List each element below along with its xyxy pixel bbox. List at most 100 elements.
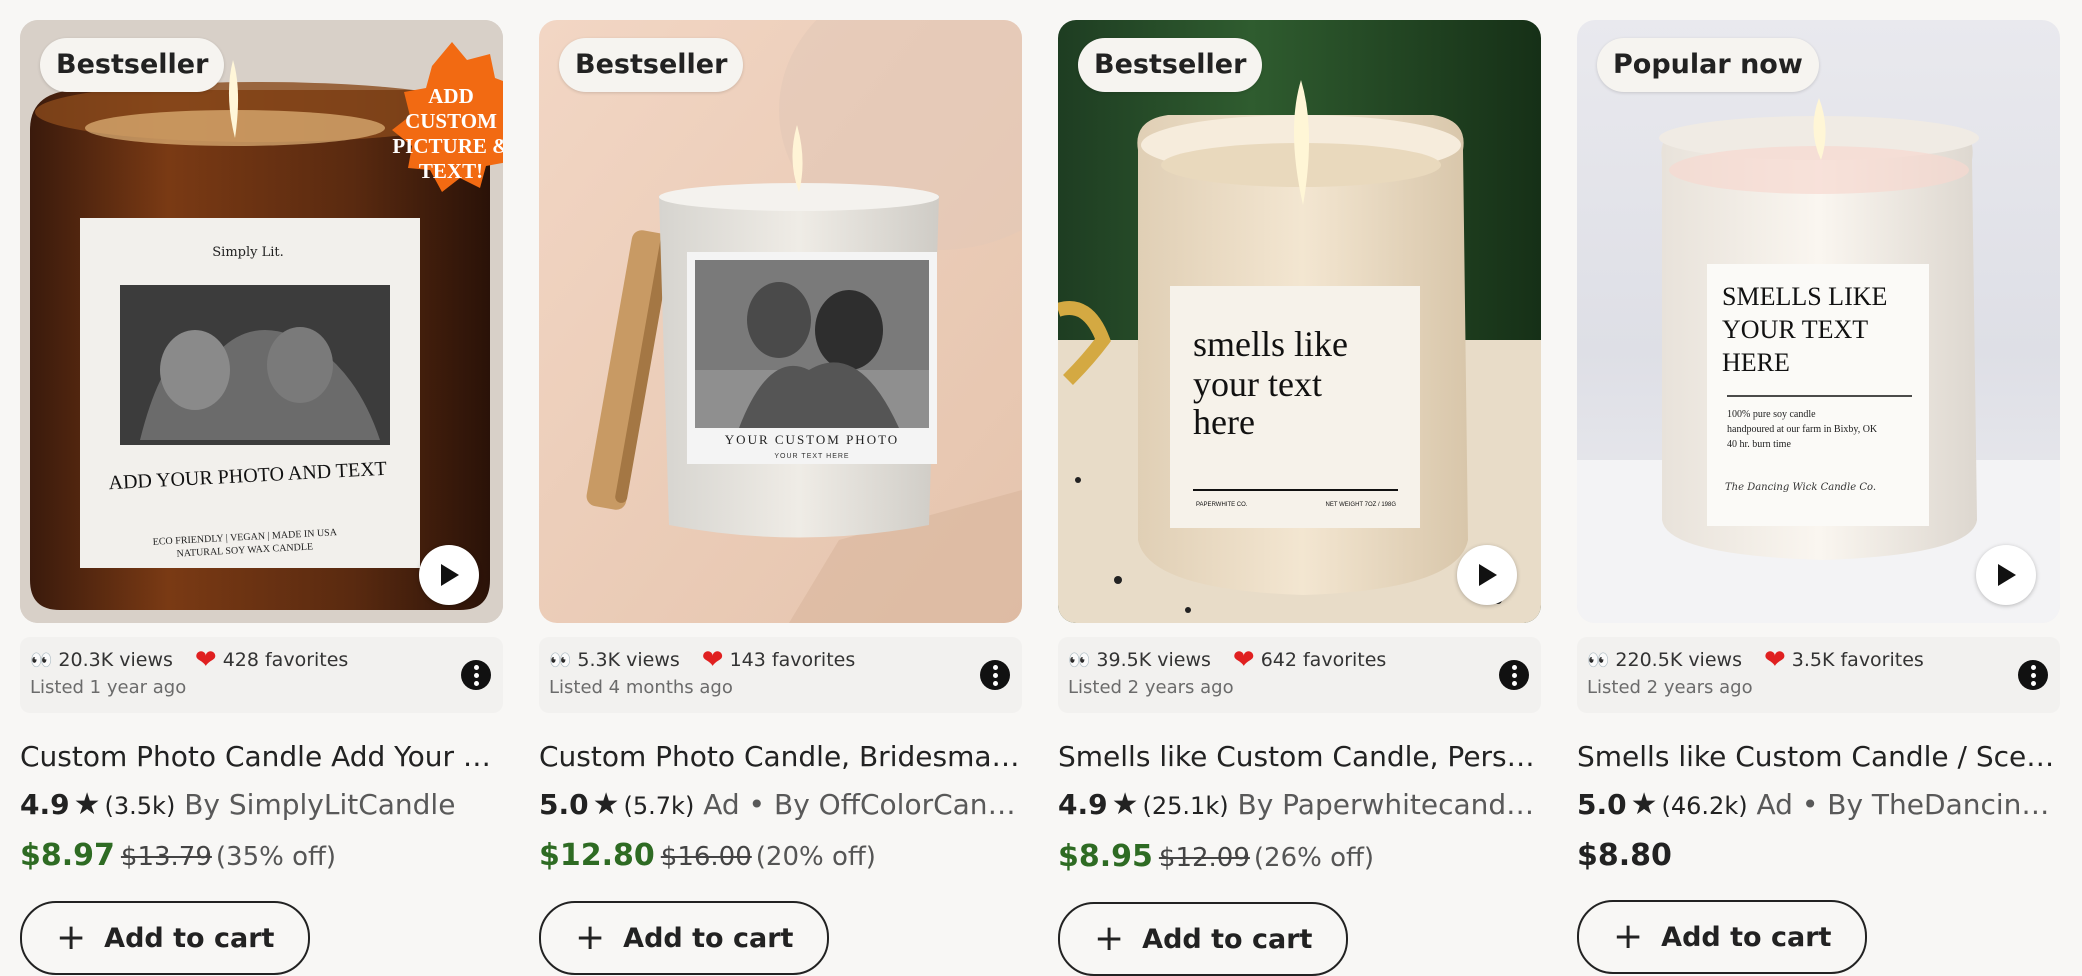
listed-date: Listed 2 years ago: [1587, 677, 1753, 698]
rating-row: 5.0★(46.2k) Ad • By TheDancingWickCandle…: [1577, 787, 2060, 824]
popular-now-badge: Popular now: [1597, 38, 1819, 92]
original-price: $13.79: [120, 842, 212, 872]
more-options-button[interactable]: [2018, 660, 2048, 690]
candle-brand-text: Simply Lit.: [212, 245, 284, 260]
add-to-cart-button[interactable]: + Add to cart: [20, 901, 311, 975]
eyes-icon: 👀: [30, 649, 53, 671]
candle-label-line-2: your text: [1193, 364, 1322, 404]
candle-label-small-2: handpoured at our farm in Bixby, OK: [1727, 424, 1878, 435]
more-options-button[interactable]: [1499, 660, 1529, 690]
listing-stats: 👀 39.5K views ❤ 642 favorites Listed 2 y…: [1058, 637, 1541, 713]
product-card[interactable]: YOUR CUSTOM PHOTO YOUR TEXT HERE Bestsel…: [539, 20, 1022, 976]
plus-icon: +: [1613, 916, 1644, 957]
play-icon: [1479, 564, 1497, 586]
product-card[interactable]: Simply Lit. ADD YOUR PHOTO AND TEXT ECO …: [20, 20, 503, 976]
listing-stats: 👀 5.3K views ❤ 143 favorites Listed 4 mo…: [539, 637, 1022, 713]
listing-stats: 👀 220.5K views ❤ 3.5K favorites Listed 2…: [1577, 637, 2060, 713]
price-row: $8.80: [1577, 836, 2060, 876]
plus-icon: +: [1094, 918, 1125, 959]
rating-row: 4.9 ★ (3.5k) By SimplyLitCandle: [20, 787, 503, 824]
candle-label-weight: NET WEIGHT 7OZ / 198G: [1326, 502, 1397, 508]
candle-label-line-1: SMELLS LIKE: [1722, 282, 1887, 311]
add-to-cart-button[interactable]: + Add to cart: [539, 901, 830, 975]
sale-price: $12.80: [539, 838, 655, 873]
discount-percent: (26% off): [1253, 843, 1375, 873]
rating-score: 4.9: [1058, 788, 1108, 821]
rating-score: 4.9: [20, 788, 70, 821]
promo-burst-line-1: ADD: [428, 84, 474, 108]
product-image[interactable]: Simply Lit. ADD YOUR PHOTO AND TEXT ECO …: [20, 20, 503, 623]
bestseller-badge: Bestseller: [40, 38, 225, 92]
ad-label: Ad •: [1756, 788, 1819, 821]
product-title[interactable]: Smells like Custom Candle / Scented Soy …: [1577, 739, 2060, 775]
listed-date: Listed 2 years ago: [1068, 677, 1234, 698]
amber-candle-photo: Simply Lit. ADD YOUR PHOTO AND TEXT ECO …: [20, 20, 503, 623]
candle-label-signature: The Dancing Wick Candle Co.: [1725, 482, 1876, 493]
review-count: (3.5k): [104, 792, 176, 820]
more-options-button[interactable]: [461, 660, 491, 690]
shop-name[interactable]: By Paperwhitecandles: [1237, 788, 1541, 821]
discount-percent: (35% off): [215, 842, 337, 872]
heart-icon: ❤: [194, 645, 217, 675]
candle-label-line-3: HERE: [1722, 348, 1790, 377]
discount-percent: (20% off): [755, 842, 876, 872]
product-card[interactable]: SMELLS LIKE YOUR TEXT HERE 100% pure soy…: [1577, 20, 2060, 976]
shop-name[interactable]: By TheDancingWickCandleCo: [1827, 788, 2060, 821]
heart-icon: ❤: [701, 645, 724, 675]
play-video-button[interactable]: [1457, 545, 1517, 605]
candle-label-brand: PAPERWHITE CO.: [1196, 502, 1248, 508]
rating-score: 5.0: [539, 788, 589, 821]
price-row: $12.80 $16.00 (20% off): [539, 836, 1022, 877]
product-title[interactable]: Custom Photo Candle, Bridesmaid Proposal…: [539, 739, 1022, 775]
more-options-button[interactable]: [980, 660, 1010, 690]
heart-icon: ❤: [1232, 645, 1255, 675]
candle-label-line-1: smells like: [1193, 324, 1348, 364]
star-icon: ★: [1111, 787, 1139, 822]
shop-name[interactable]: By OffColorCandlesCo: [774, 788, 1022, 821]
add-to-cart-label: Add to cart: [623, 922, 794, 954]
favorites-count: 3.5K favorites: [1791, 649, 1924, 671]
views-count: 20.3K views: [58, 649, 173, 671]
price: $8.80: [1577, 838, 1672, 873]
review-count: (5.7k): [623, 792, 695, 820]
add-to-cart-label: Add to cart: [104, 922, 275, 954]
promo-burst-line-3: PICTURE &: [392, 134, 503, 158]
add-to-cart-button[interactable]: + Add to cart: [1577, 900, 1868, 974]
listing-stats: 👀 20.3K views ❤ 428 favorites Listed 1 y…: [20, 637, 503, 713]
product-image[interactable]: SMELLS LIKE YOUR TEXT HERE 100% pure soy…: [1577, 20, 2060, 623]
star-icon: ★: [592, 787, 620, 822]
product-image[interactable]: smells like your text here PAPERWHITE CO…: [1058, 20, 1541, 623]
product-title[interactable]: Smells like Custom Candle, Personalized …: [1058, 739, 1541, 775]
play-icon: [441, 564, 459, 586]
rating-row: 5.0★(5.7k) Ad • By OffColorCandlesCo: [539, 787, 1022, 824]
add-to-cart-button[interactable]: + Add to cart: [1058, 902, 1349, 976]
review-count: (25.1k): [1142, 792, 1229, 820]
candle-label-text: YOUR CUSTOM PHOTO: [725, 432, 899, 447]
add-to-cart-label: Add to cart: [1661, 921, 1832, 953]
star-icon: ★: [1630, 787, 1658, 822]
views-count: 5.3K views: [577, 649, 680, 671]
white-jar-candle: SMELLS LIKE YOUR TEXT HERE 100% pure soy…: [1577, 20, 2060, 623]
original-price: $12.09: [1158, 843, 1250, 873]
price-row: $8.95 $12.09 (26% off): [1058, 837, 1541, 878]
listed-date: Listed 4 months ago: [549, 677, 733, 698]
candle-label-subtext: YOUR TEXT HERE: [774, 453, 849, 460]
candle-label-line-2: YOUR TEXT: [1722, 315, 1868, 344]
price-row: $8.97 $13.79 (35% off): [20, 836, 503, 877]
play-video-button[interactable]: [1976, 545, 2036, 605]
heart-icon: ❤: [1763, 645, 1786, 675]
views-count: 220.5K views: [1615, 649, 1742, 671]
sale-price: $8.95: [1058, 839, 1153, 874]
product-title[interactable]: Custom Photo Candle Add Your Picture and…: [20, 739, 503, 775]
play-video-button[interactable]: [419, 545, 479, 605]
frosted-candle-photo: YOUR CUSTOM PHOTO YOUR TEXT HERE: [539, 20, 1022, 623]
product-card[interactable]: smells like your text here PAPERWHITE CO…: [1058, 20, 1541, 976]
favorites-count: 143 favorites: [729, 649, 856, 671]
play-icon: [1998, 564, 2016, 586]
views-count: 39.5K views: [1096, 649, 1211, 671]
eyes-icon: 👀: [1587, 649, 1610, 671]
product-image[interactable]: YOUR CUSTOM PHOTO YOUR TEXT HERE Bestsel…: [539, 20, 1022, 623]
favorites-count: 428 favorites: [222, 649, 349, 671]
shop-name[interactable]: By SimplyLitCandle: [184, 788, 455, 821]
eyes-icon: 👀: [1068, 649, 1091, 671]
